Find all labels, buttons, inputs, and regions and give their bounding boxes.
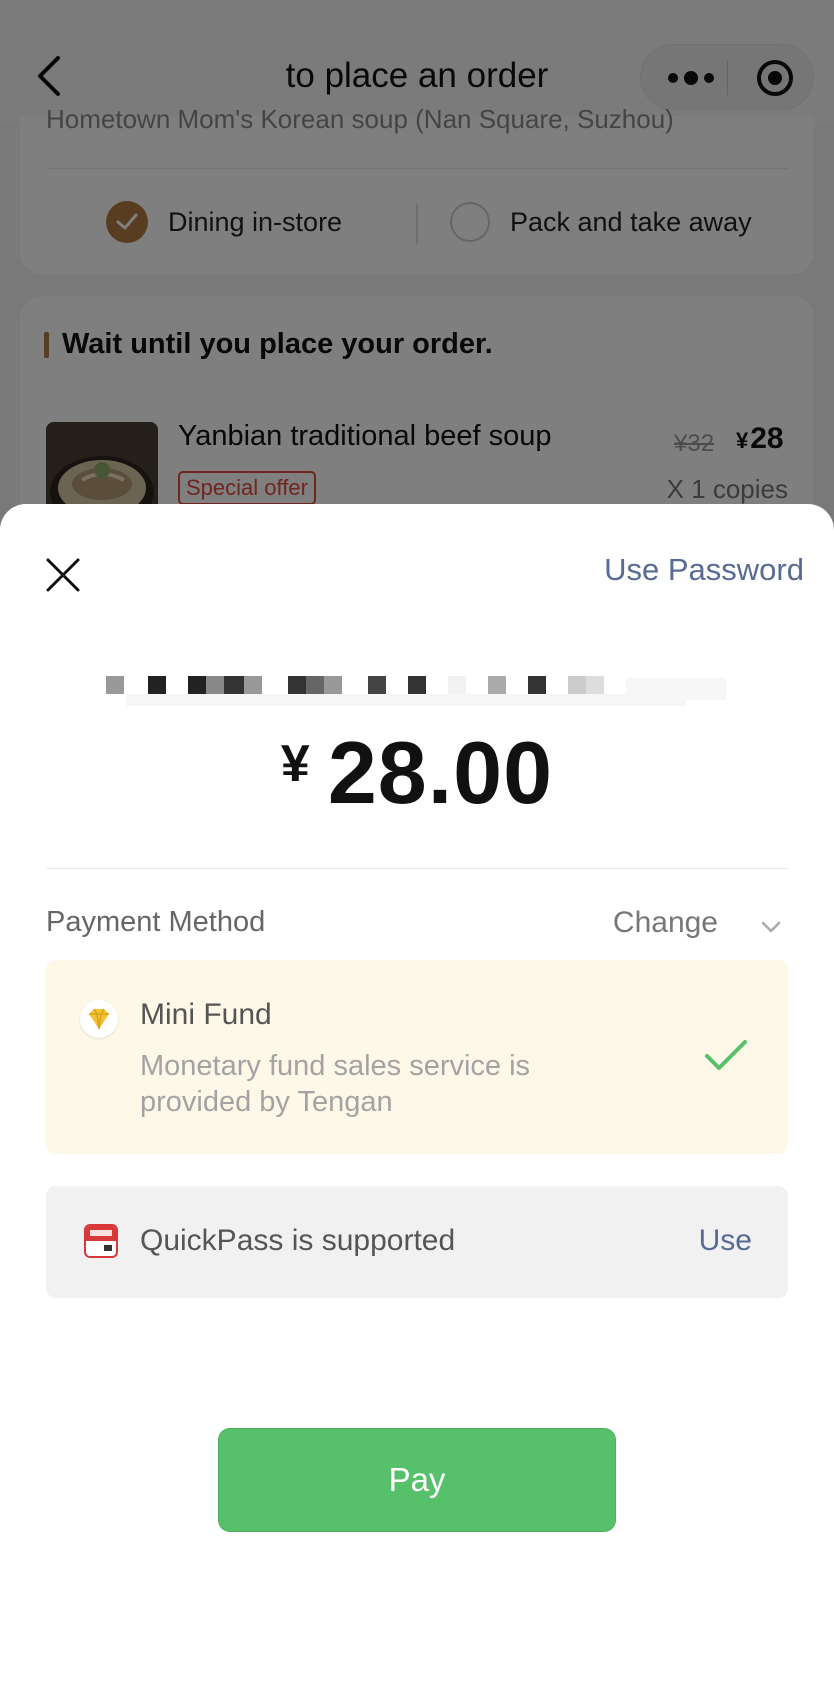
pay-button[interactable]: Pay bbox=[218, 1428, 616, 1532]
unionpay-quickpass-icon bbox=[84, 1224, 118, 1258]
merchant-name-redacted bbox=[106, 676, 726, 706]
close-icon[interactable] bbox=[44, 556, 82, 594]
use-quickpass-button[interactable]: Use bbox=[699, 1224, 752, 1258]
payment-sheet: Use Password ¥28.00 Payment Method Chang… bbox=[0, 504, 834, 1696]
amount-value: 28.00 bbox=[327, 723, 554, 822]
change-payment-button[interactable]: Change bbox=[613, 906, 718, 940]
checkmark-icon bbox=[705, 1040, 747, 1070]
payment-method-label: Payment Method bbox=[46, 906, 266, 938]
mini-fund-option[interactable]: Mini Fund Monetary fund sales service is… bbox=[46, 960, 788, 1154]
diamond-icon bbox=[80, 1000, 118, 1038]
divider bbox=[46, 868, 788, 869]
chevron-down-icon[interactable] bbox=[760, 920, 782, 934]
mini-fund-title: Mini Fund bbox=[140, 998, 272, 1031]
quickpass-option: QuickPass is supported Use bbox=[46, 1186, 788, 1298]
amount-currency: ¥ bbox=[280, 735, 310, 793]
payment-amount: ¥28.00 bbox=[0, 722, 834, 824]
mini-fund-description: Monetary fund sales service is provided … bbox=[140, 1050, 531, 1118]
use-password-link[interactable]: Use Password bbox=[604, 552, 804, 588]
quickpass-label: QuickPass is supported bbox=[140, 1224, 456, 1257]
